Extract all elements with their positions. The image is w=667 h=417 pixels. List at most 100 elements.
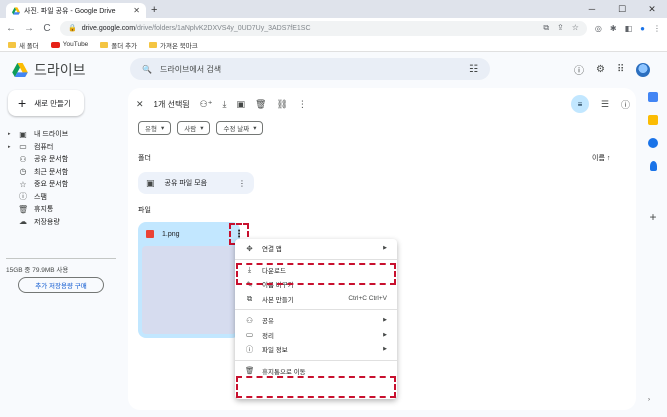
selection-count: 1개 선택됨 bbox=[153, 99, 190, 109]
selection-toolbar: ✕ 1개 선택됨 ⚇⁺ ⤓ ▣ 🗑 ⛓ ⋮ ≡ ☰ ⓘ bbox=[136, 94, 630, 114]
bookmark-star-icon[interactable]: ☆ bbox=[572, 23, 579, 33]
chip-people[interactable]: 사람 ▾ bbox=[177, 121, 211, 135]
file-card-selected[interactable]: 1.png bbox=[138, 222, 240, 338]
highlight-trash bbox=[236, 376, 396, 398]
side-panel-rail: + bbox=[645, 92, 661, 224]
clock-icon: ◷ bbox=[19, 167, 27, 177]
submenu-arrow-icon: ▶ bbox=[383, 346, 387, 353]
filter-icon[interactable]: ≡ bbox=[570, 95, 589, 113]
download-icon[interactable]: ⤓ bbox=[223, 99, 227, 110]
copy-link-icon[interactable]: ⛓ bbox=[276, 99, 287, 110]
list-view-icon[interactable]: ☰ bbox=[601, 99, 609, 110]
calendar-icon[interactable] bbox=[648, 92, 658, 102]
folder-icon bbox=[100, 41, 109, 48]
bookmark-item[interactable]: 폴더 추가 bbox=[100, 40, 137, 50]
add-addon-icon[interactable]: + bbox=[649, 210, 656, 224]
file-thumbnail[interactable] bbox=[142, 246, 236, 334]
reload-button[interactable]: C bbox=[42, 23, 52, 34]
close-window-button[interactable]: ✕ bbox=[637, 0, 667, 18]
chevron-down-icon: ▾ bbox=[160, 125, 165, 132]
menu-item-share[interactable]: ⚇ 공유 ▶ bbox=[235, 313, 397, 328]
buy-storage-button[interactable]: 추가 저장용량 구매 bbox=[18, 277, 104, 293]
share-page-icon[interactable]: ⇪ bbox=[557, 23, 564, 33]
contacts-icon[interactable] bbox=[649, 161, 657, 171]
profile-icon[interactable]: ● bbox=[640, 24, 645, 33]
tasks-icon[interactable] bbox=[648, 138, 658, 148]
maximize-button[interactable]: ☐ bbox=[607, 0, 637, 18]
window-controls: ─ ☐ ✕ bbox=[577, 0, 667, 18]
menu-item-organize[interactable]: ▭ 정리 ▶ bbox=[235, 328, 397, 343]
sidebar-item-recent[interactable]: ◷ 최근 문서함 bbox=[0, 166, 120, 179]
folder-card[interactable]: ▣ 공유 파일 모음 ⋮ bbox=[138, 172, 254, 194]
menu-dots-icon[interactable]: ⋮ bbox=[653, 24, 661, 33]
move-folder-icon[interactable]: ▣ bbox=[236, 99, 245, 110]
youtube-icon bbox=[50, 41, 60, 48]
open-with-icon: ✥ bbox=[246, 243, 253, 253]
shared-people-icon: ⚇ bbox=[19, 154, 27, 164]
browser-navbar: ← → C 🔒 drive.google.com/drive/folders/1… bbox=[0, 18, 667, 38]
cloud-icon: ☁ bbox=[19, 217, 27, 227]
open-in-app-icon[interactable]: ⧉ bbox=[543, 23, 549, 33]
camera-icon[interactable]: ◎ bbox=[595, 24, 602, 33]
extensions-icon[interactable]: ✱ bbox=[610, 24, 617, 33]
drive-logo-text: 드라이브 bbox=[34, 62, 86, 78]
chip-type[interactable]: 유형 ▾ bbox=[138, 121, 172, 135]
clear-selection-icon[interactable]: ✕ bbox=[136, 99, 144, 110]
back-button[interactable]: ← bbox=[6, 23, 16, 34]
help-icon[interactable]: ⓘ bbox=[574, 62, 584, 77]
browser-tab-drive[interactable]: 사진. 파일 공유 - Google Drive ✕ bbox=[6, 3, 146, 18]
star-icon: ☆ bbox=[19, 179, 27, 189]
new-button[interactable]: + 새로 만들기 bbox=[8, 90, 84, 116]
spam-icon: ⓘ bbox=[19, 192, 27, 202]
apps-grid-icon[interactable]: ⠿ bbox=[617, 64, 624, 75]
folder-move-icon: ▭ bbox=[245, 330, 254, 340]
side-panel-toggle-icon[interactable]: › bbox=[648, 397, 650, 403]
tab-close-icon[interactable]: ✕ bbox=[133, 6, 140, 15]
submenu-arrow-icon: ▶ bbox=[383, 317, 387, 324]
search-placeholder: 드라이브에서 검색 bbox=[159, 64, 222, 74]
sidebar-item-computers[interactable]: ▸ ▭ 컴퓨터 bbox=[0, 141, 120, 154]
bookmark-item[interactable]: YouTube bbox=[50, 41, 88, 48]
menu-item-open-with[interactable]: ✥ 연결 앱 ▶ bbox=[235, 241, 397, 256]
highlight-download bbox=[236, 263, 396, 285]
drive-logo[interactable]: 드라이브 bbox=[12, 60, 86, 80]
forward-button[interactable]: → bbox=[24, 23, 34, 34]
menu-item-make-copy[interactable]: ⧉ 사본 만들기 Ctrl+C Ctrl+V bbox=[235, 292, 397, 307]
plus-icon: + bbox=[18, 95, 27, 111]
search-options-icon[interactable]: ☷ bbox=[469, 64, 478, 75]
settings-gear-icon[interactable]: ⚙ bbox=[596, 64, 605, 75]
folder-more-icon[interactable]: ⋮ bbox=[238, 179, 246, 188]
sort-by-name[interactable]: 이름 ↑ bbox=[592, 153, 610, 163]
address-bar[interactable]: 🔒 drive.google.com/drive/folders/1aNplvK… bbox=[60, 20, 587, 36]
shared-folder-icon: ▣ bbox=[146, 177, 155, 188]
details-info-icon[interactable]: ⓘ bbox=[621, 98, 630, 111]
chevron-down-icon: ▾ bbox=[253, 125, 257, 132]
bookmark-item[interactable]: 새 폴더 bbox=[8, 40, 39, 50]
minimize-button[interactable]: ─ bbox=[577, 0, 607, 18]
sidepanel-icon[interactable]: ◧ bbox=[625, 24, 633, 33]
chip-modified[interactable]: 수정 날짜 ▾ bbox=[216, 121, 264, 135]
copy-icon: ⧉ bbox=[246, 293, 253, 303]
drive-search-input[interactable]: 🔍 드라이브에서 검색 ☷ bbox=[130, 58, 490, 80]
submenu-arrow-icon: ▶ bbox=[383, 245, 387, 252]
delete-icon[interactable]: 🗑 bbox=[255, 99, 266, 110]
folder-name: 공유 파일 모음 bbox=[164, 180, 208, 187]
share-person-icon[interactable]: ⚇⁺ bbox=[200, 99, 213, 110]
keep-icon[interactable] bbox=[648, 115, 658, 125]
more-actions-icon[interactable]: ⋮ bbox=[298, 99, 307, 110]
bookmark-item[interactable]: 가져온 북마크 bbox=[149, 40, 198, 50]
search-icon: 🔍 bbox=[142, 64, 152, 74]
sidebar-item-my-drive[interactable]: ▸ ▣ 내 드라이브 bbox=[0, 128, 120, 141]
menu-item-file-info[interactable]: ⓘ 파일 정보 ▶ bbox=[235, 342, 397, 357]
sort-arrow-icon: ↑ bbox=[606, 155, 611, 162]
sidebar-item-starred[interactable]: ☆ 중요 문서함 bbox=[0, 178, 120, 191]
sidebar-item-trash[interactable]: 🗑 휴지통 bbox=[0, 203, 120, 216]
files-heading: 파일 bbox=[138, 207, 151, 214]
account-avatar[interactable] bbox=[636, 62, 651, 77]
my-drive-icon: ▣ bbox=[19, 129, 27, 139]
sidebar-item-shared[interactable]: ⚇ 공유 문서함 bbox=[0, 153, 120, 166]
new-tab-button[interactable]: + bbox=[151, 3, 157, 17]
image-file-icon bbox=[146, 230, 154, 238]
sidebar-item-storage[interactable]: ☁ 저장용량 bbox=[0, 216, 120, 229]
sidebar-item-spam[interactable]: ⓘ 스팸 bbox=[0, 191, 120, 204]
